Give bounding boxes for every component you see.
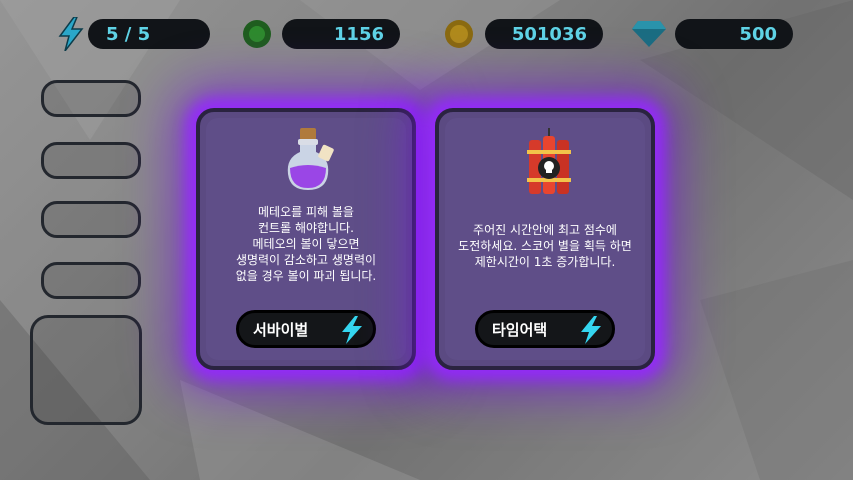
diamond-value: 500	[739, 23, 777, 45]
energy-value: 5 / 5	[106, 23, 151, 45]
time-attack-description: 주어진 시간안에 최고 점수에 도전하세요. 스코어 별을 획득 하면 제한시간…	[458, 223, 632, 269]
green-gem-icon	[240, 15, 274, 53]
side-slot-large[interactable]	[30, 315, 142, 425]
lightning-bolt-icon	[580, 316, 602, 348]
side-slot-2[interactable]	[41, 142, 141, 179]
green-gem-value: 1156	[333, 23, 384, 45]
lightning-bolt-icon	[341, 316, 363, 348]
time-attack-button[interactable]: 타임어택	[475, 310, 615, 348]
side-slot-1[interactable]	[41, 80, 141, 117]
side-slot-3[interactable]	[41, 201, 141, 238]
green-gem-counter: 1156	[282, 19, 400, 49]
time-attack-button-label: 타임어택	[492, 320, 548, 339]
gold-coin-icon	[442, 15, 476, 53]
diamond-icon	[632, 15, 666, 53]
gold-coin-counter: 501036	[485, 19, 603, 49]
time-attack-mode-card: 주어진 시간안에 최고 점수에 도전하세요. 스코어 별을 획득 하면 제한시간…	[435, 108, 655, 370]
gold-coin-value: 501036	[511, 23, 587, 45]
survival-button-label: 서바이벌	[253, 320, 309, 339]
energy-counter: 5 / 5	[88, 19, 210, 49]
potion-bottle-icon	[282, 128, 338, 198]
dynamite-icon	[523, 128, 575, 202]
lightning-bolt-icon	[54, 15, 88, 53]
survival-button[interactable]: 서바이벌	[236, 310, 376, 348]
diamond-counter: 500	[675, 19, 793, 49]
side-slot-4[interactable]	[41, 262, 141, 299]
survival-description: 메테오를 피해 볼을 컨트롤 해야합니다. 메테오의 볼이 닿으면 생명력이 감…	[235, 205, 377, 283]
survival-mode-card: 메테오를 피해 볼을 컨트롤 해야합니다. 메테오의 볼이 닿으면 생명력이 감…	[196, 108, 416, 370]
